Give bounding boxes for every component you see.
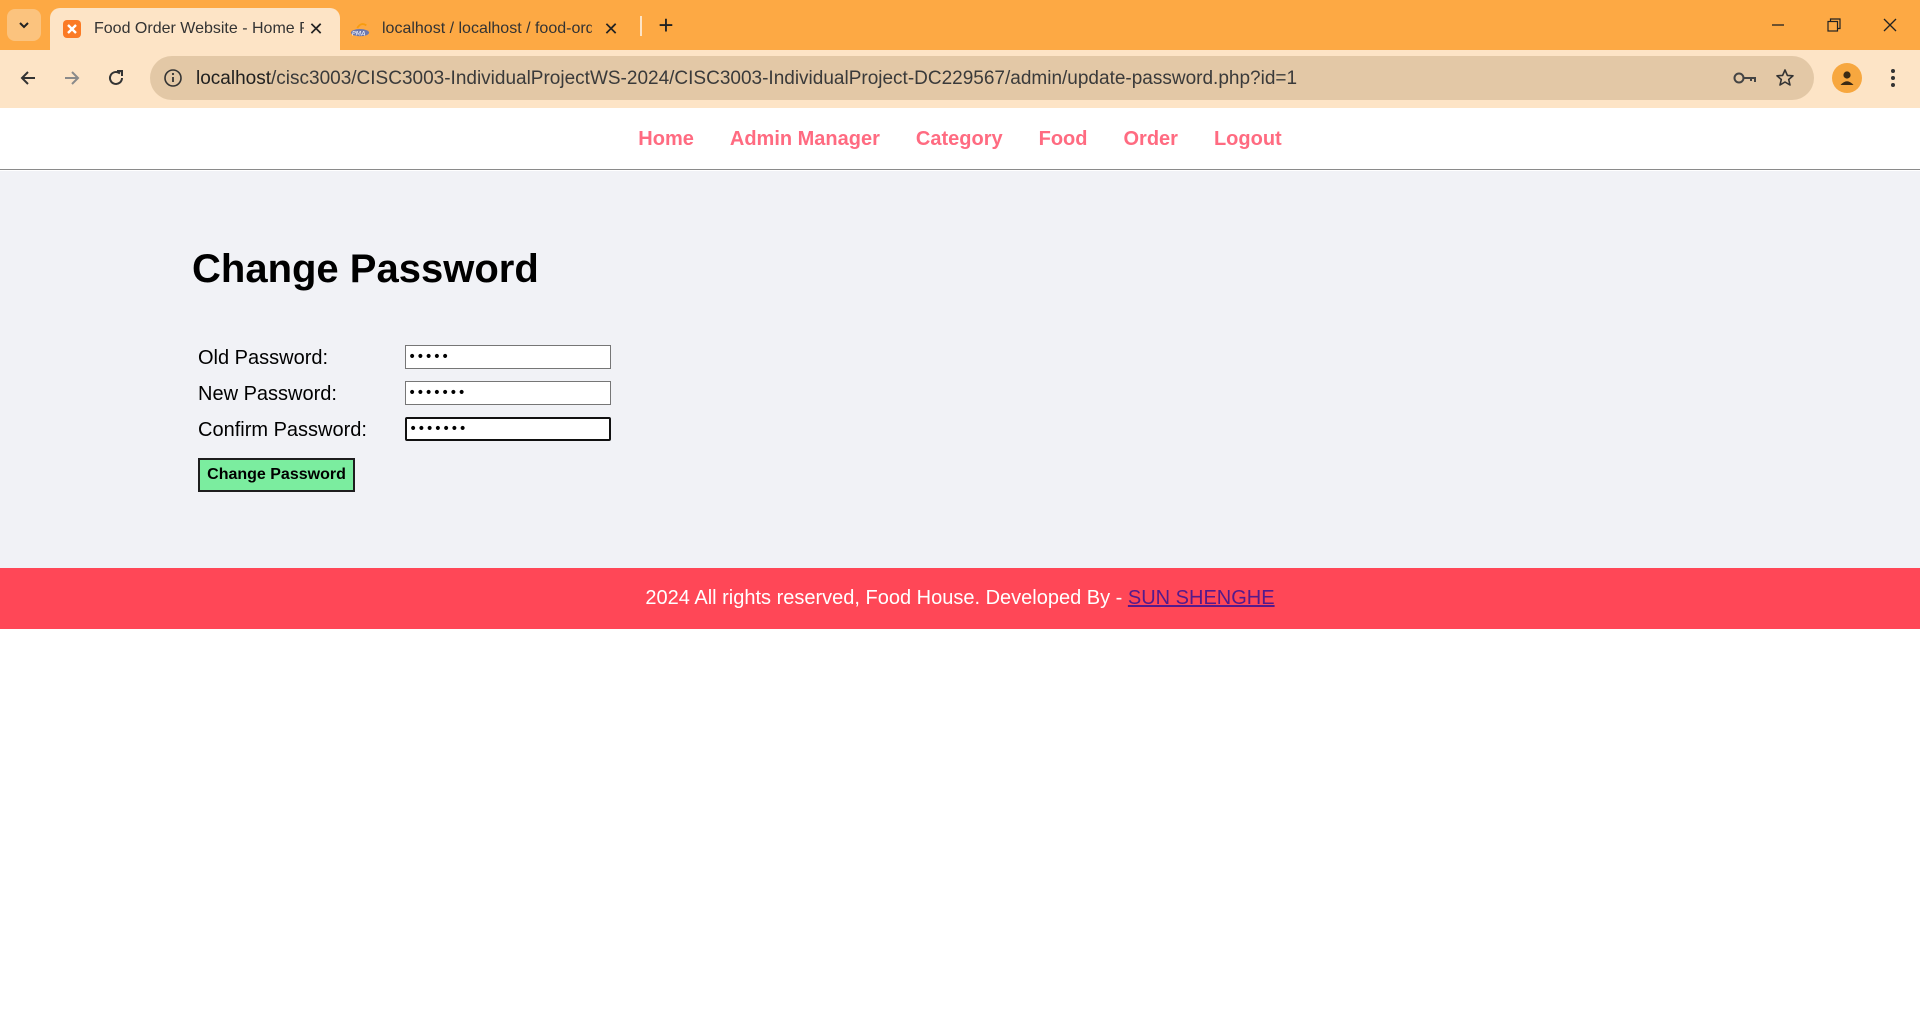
- restore-icon: [1827, 18, 1841, 32]
- footer-text: 2024 All rights reserved, Food House. De…: [0, 587, 1920, 610]
- copyright-text: 2024 All rights reserved, Food House. De…: [645, 587, 1128, 609]
- back-button[interactable]: [12, 62, 44, 94]
- tab-search-button[interactable]: [7, 9, 41, 41]
- main-content: Change Password Old Password: New Passwo…: [0, 171, 1920, 568]
- close-tab-icon[interactable]: ✕: [306, 19, 326, 39]
- arrow-left-icon: [20, 71, 35, 85]
- browser-tab-bar: Food Order Website - Home Page ✕ PMA loc…: [0, 0, 1920, 50]
- menu-logout-link[interactable]: Logout: [1214, 128, 1282, 150]
- minimize-icon: [1772, 24, 1784, 26]
- url-text[interactable]: localhost/cisc3003/CISC3003-IndividualPr…: [196, 68, 1297, 90]
- page-title: Change Password: [192, 247, 539, 291]
- close-tab-icon[interactable]: ✕: [601, 19, 621, 39]
- url-host: localhost: [196, 68, 271, 89]
- chevron-down-icon: [19, 22, 29, 29]
- restore-button[interactable]: [1806, 0, 1862, 50]
- tab-title: Food Order Website - Home Page: [94, 20, 304, 37]
- reload-button[interactable]: [100, 62, 132, 94]
- menu-order-link[interactable]: Order: [1123, 128, 1177, 150]
- menu-admin-manager-link[interactable]: Admin Manager: [730, 128, 880, 150]
- confirm-password-field[interactable]: [405, 417, 611, 441]
- close-icon: [1883, 18, 1897, 32]
- site-info-icon[interactable]: [160, 65, 186, 91]
- close-window-button[interactable]: [1862, 0, 1918, 50]
- phpmyadmin-icon: PMA: [350, 19, 370, 39]
- admin-menu: Home Admin Manager Category Food Order L…: [0, 108, 1920, 170]
- minimize-button[interactable]: [1750, 0, 1806, 50]
- browser-toolbar: localhost/cisc3003/CISC3003-IndividualPr…: [0, 50, 1920, 108]
- profile-avatar-icon[interactable]: [1832, 63, 1862, 93]
- menu-food-link[interactable]: Food: [1039, 128, 1088, 150]
- footer: 2024 All rights reserved, Food House. De…: [0, 568, 1920, 629]
- confirm-password-label: Confirm Password:: [198, 419, 367, 441]
- tab-separator: [640, 16, 642, 36]
- old-password-label: Old Password:: [198, 347, 329, 369]
- xampp-icon: [62, 19, 82, 39]
- more-options-icon[interactable]: [1878, 63, 1908, 93]
- old-password-field[interactable]: [405, 345, 611, 369]
- developer-link[interactable]: SUN SHENGHE: [1128, 587, 1275, 609]
- new-password-label: New Password:: [198, 383, 337, 405]
- star-icon[interactable]: [1772, 65, 1798, 91]
- browser-tab-active[interactable]: Food Order Website - Home Page ✕: [50, 8, 340, 50]
- address-bar[interactable]: localhost/cisc3003/CISC3003-IndividualPr…: [150, 56, 1814, 100]
- svg-text:PMA: PMA: [352, 30, 366, 37]
- url-path: /cisc3003/CISC3003-IndividualProjectWS-2…: [271, 68, 1298, 89]
- forward-button[interactable]: [56, 62, 88, 94]
- tab-title: localhost / localhost / food-order: [382, 20, 592, 37]
- password-key-icon[interactable]: [1732, 65, 1758, 91]
- arrow-right-icon: [65, 71, 80, 85]
- change-password-button[interactable]: Change Password: [198, 458, 355, 492]
- new-password-field[interactable]: [405, 381, 611, 405]
- reload-icon: [109, 70, 123, 85]
- menu-category-link[interactable]: Category: [916, 128, 1003, 150]
- new-tab-button[interactable]: +: [652, 10, 680, 40]
- browser-tab[interactable]: PMA localhost / localhost / food-order ✕: [350, 8, 635, 50]
- menu-home-link[interactable]: Home: [638, 128, 694, 150]
